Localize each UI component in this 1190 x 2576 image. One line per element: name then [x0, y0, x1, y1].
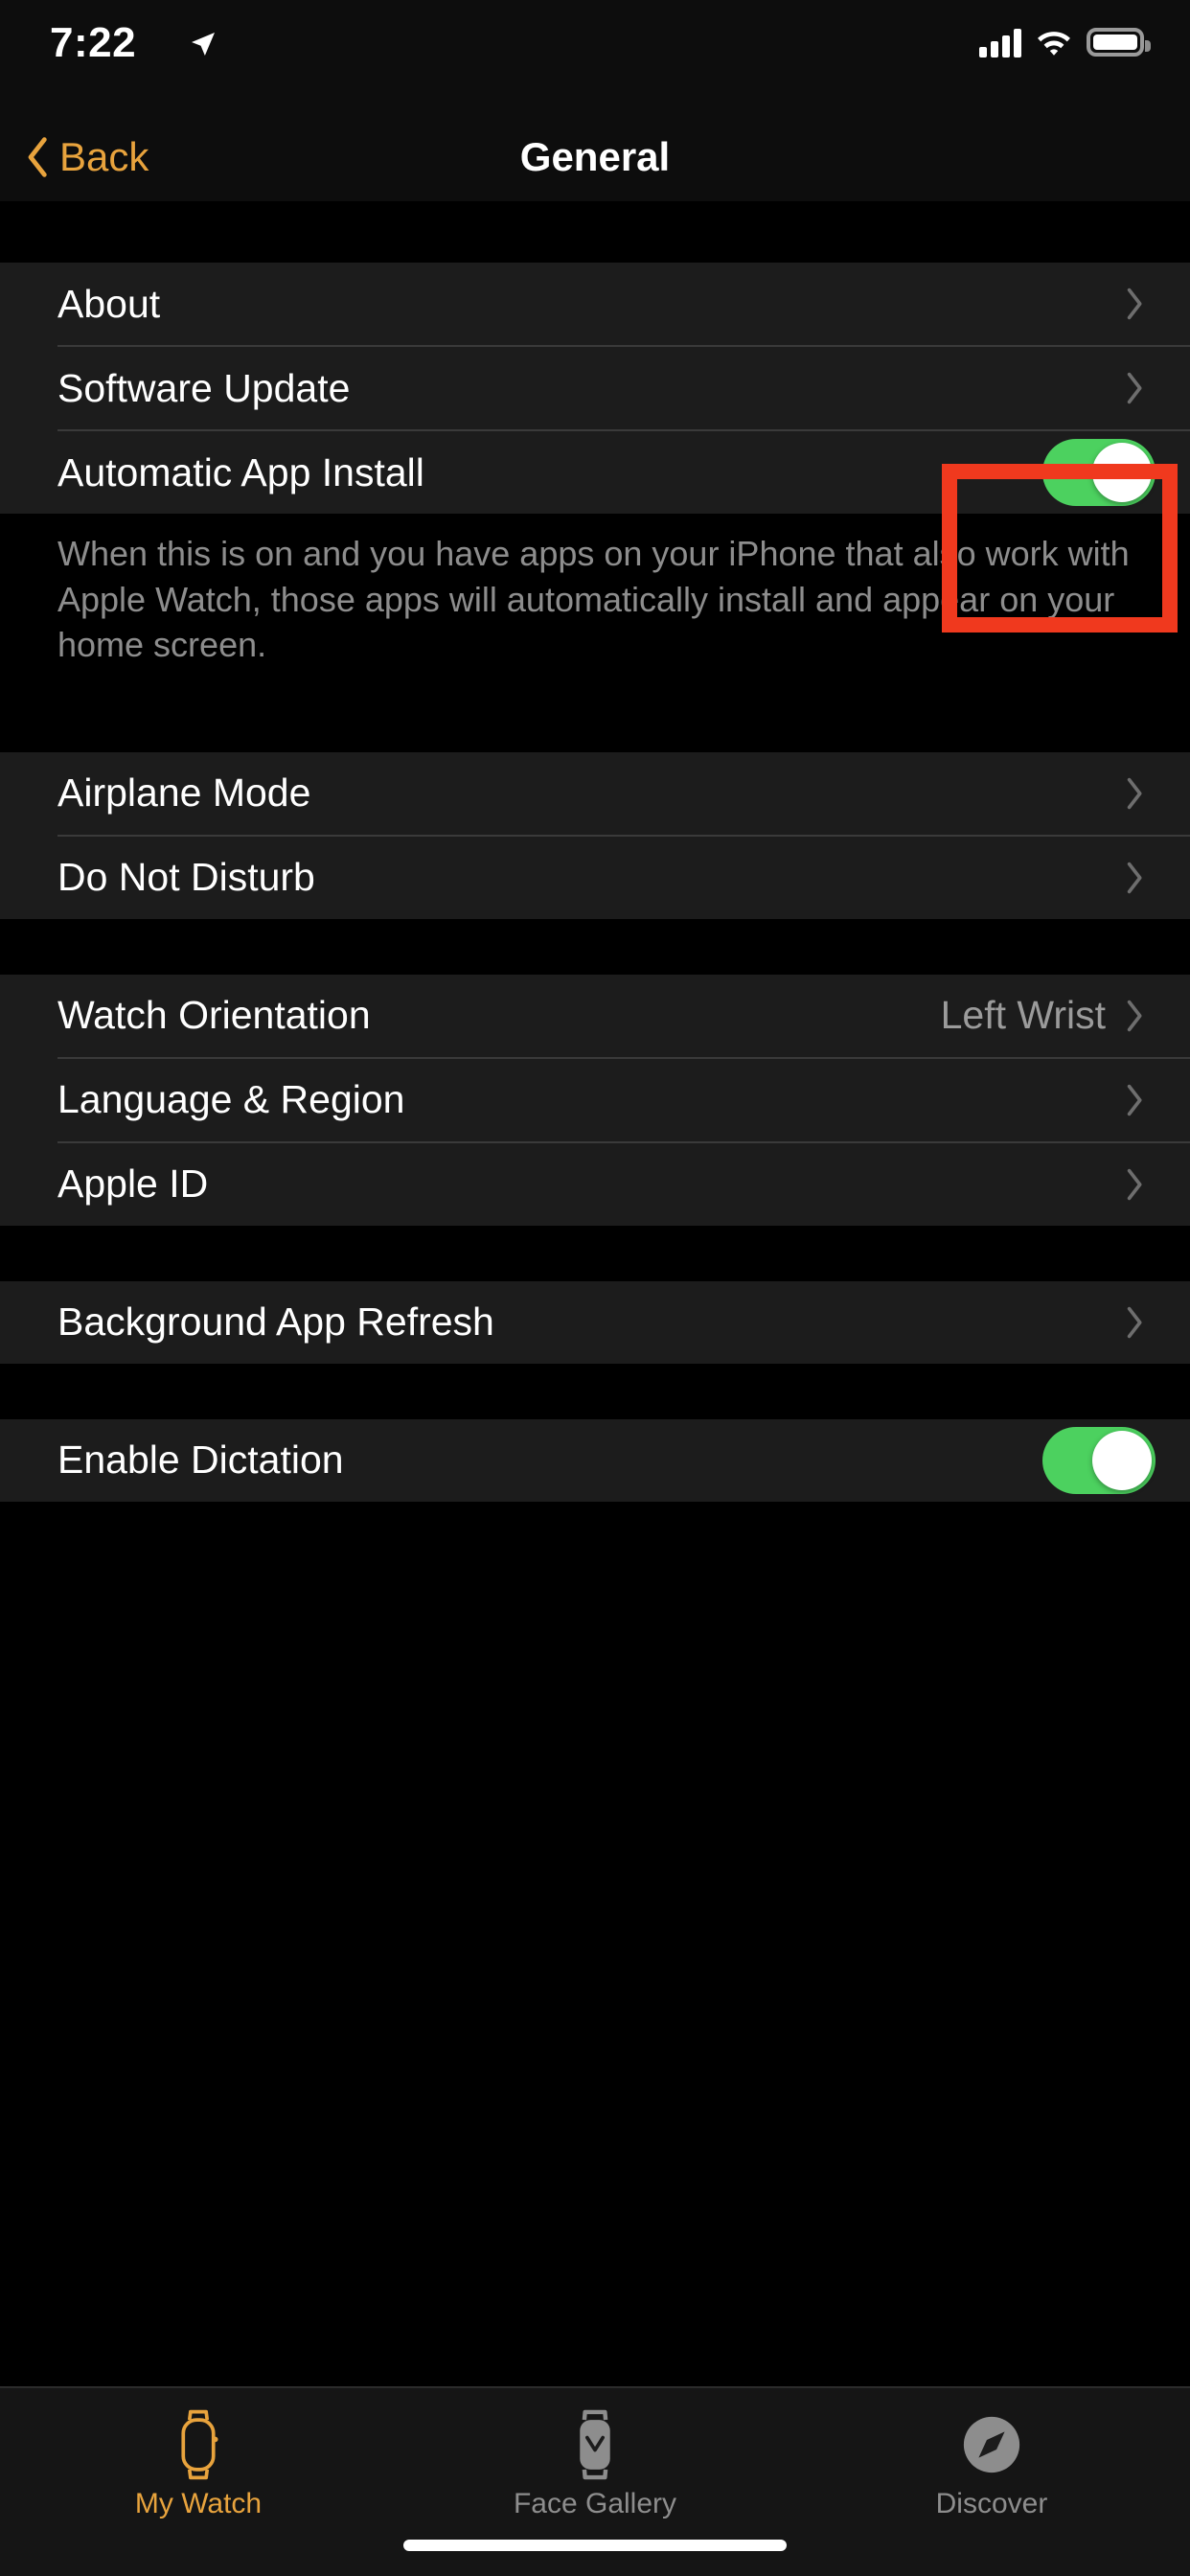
row-label: Airplane Mode: [57, 770, 311, 816]
row-label: Apple ID: [57, 1162, 209, 1207]
settings-list[interactable]: About Software Update Automatic App Inst…: [0, 201, 1190, 2386]
watch-icon: [167, 2409, 230, 2480]
chevron-right-icon: [1127, 1000, 1142, 1031]
toggle-knob: [1092, 1430, 1152, 1490]
section-preferences: Watch Orientation Left Wrist Language & …: [0, 974, 1190, 1226]
section-gap: [0, 918, 1190, 975]
section-system: About Software Update Automatic App Inst…: [0, 263, 1190, 514]
chevron-right-icon: [1127, 372, 1142, 404]
chevron-right-icon: [1127, 777, 1142, 809]
enable-dictation-toggle[interactable]: [1042, 1426, 1156, 1494]
status-bar-time: 7:22: [50, 19, 137, 66]
row-language-region[interactable]: Language & Region: [0, 1059, 1190, 1141]
section-gap: [0, 696, 1190, 752]
chevron-right-icon: [1127, 1168, 1142, 1200]
row-label: Language & Region: [57, 1077, 405, 1122]
row-watch-orientation[interactable]: Watch Orientation Left Wrist: [0, 975, 1190, 1057]
section-dictation: Enable Dictation: [0, 1418, 1190, 1502]
automatic-app-install-toggle[interactable]: [1042, 439, 1156, 506]
location-arrow-icon: [192, 33, 215, 56]
cellular-signal-icon: [979, 27, 1021, 58]
compass-icon: [960, 2409, 1023, 2480]
row-label: Watch Orientation: [57, 993, 371, 1038]
footer-text: When this is on and you have apps on you…: [57, 534, 1130, 665]
section-footer-note: When this is on and you have apps on you…: [0, 514, 1190, 697]
chevron-right-icon: [1127, 1084, 1142, 1116]
tab-discover[interactable]: Discover: [793, 2409, 1190, 2520]
battery-full-icon: [1087, 28, 1151, 57]
row-do-not-disturb[interactable]: Do Not Disturb: [0, 837, 1190, 919]
back-button[interactable]: Back: [25, 134, 149, 180]
section-gap: [0, 1225, 1190, 1281]
row-apple-id[interactable]: Apple ID: [0, 1143, 1190, 1226]
section-gap: [0, 201, 1190, 263]
page-title: General: [519, 134, 671, 179]
row-value: Left Wrist: [940, 993, 1106, 1038]
row-label: Enable Dictation: [57, 1438, 344, 1483]
navigation-bar: Back General: [0, 113, 1190, 201]
home-indicator[interactable]: [403, 2540, 787, 2551]
chevron-right-icon: [1127, 1306, 1142, 1338]
watch-face-check-icon: [563, 2409, 627, 2480]
tab-label: Discover: [935, 2488, 1048, 2519]
back-button-label: Back: [59, 134, 149, 179]
tab-face-gallery[interactable]: Face Gallery: [397, 2409, 793, 2520]
row-airplane-mode[interactable]: Airplane Mode: [0, 752, 1190, 835]
section-background: Background App Refresh: [0, 1280, 1190, 1364]
row-label: About: [57, 281, 161, 326]
row-label: Background App Refresh: [57, 1300, 494, 1345]
wifi-icon: [1038, 32, 1070, 56]
toggle-knob: [1092, 443, 1152, 502]
section-gap: [0, 1363, 1190, 1419]
row-label: Software Update: [57, 365, 351, 410]
row-label: Automatic App Install: [57, 449, 424, 494]
chevron-right-icon: [1127, 862, 1142, 893]
row-automatic-app-install[interactable]: Automatic App Install: [0, 431, 1190, 514]
row-software-update[interactable]: Software Update: [0, 347, 1190, 429]
row-about[interactable]: About: [0, 263, 1190, 345]
row-label: Do Not Disturb: [57, 855, 315, 900]
chevron-right-icon: [1127, 288, 1142, 320]
chevron-left-icon: [28, 137, 47, 177]
status-bar: 7:22: [0, 0, 1190, 113]
row-background-app-refresh[interactable]: Background App Refresh: [0, 1281, 1190, 1364]
status-bar-indicators: [979, 27, 1151, 58]
section-modes: Airplane Mode Do Not Disturb: [0, 751, 1190, 919]
tab-bar: My Watch Face Gallery Discover: [0, 2386, 1190, 2576]
row-enable-dictation[interactable]: Enable Dictation: [0, 1419, 1190, 1502]
tab-label: My Watch: [134, 2488, 263, 2519]
iphone-screen: 7:22 Back General About Software Update …: [0, 0, 1190, 2576]
tab-my-watch[interactable]: My Watch: [0, 2409, 397, 2520]
tab-label: Face Gallery: [513, 2488, 677, 2519]
